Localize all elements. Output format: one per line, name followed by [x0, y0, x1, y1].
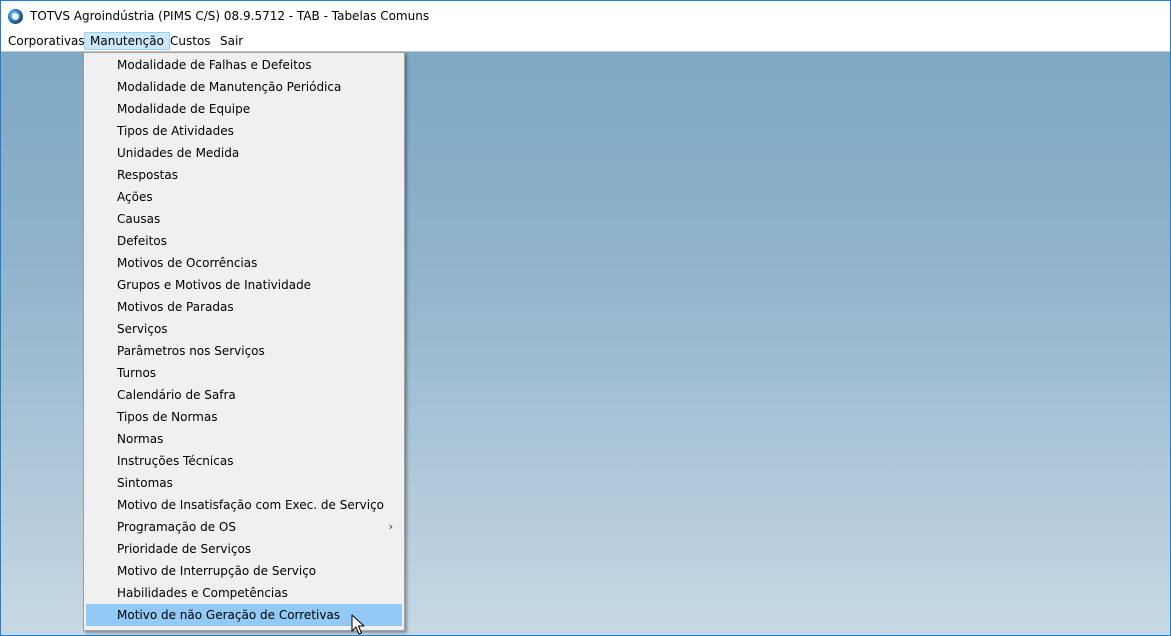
menu-custos[interactable]: Custos [165, 32, 216, 50]
menu-item-prioridade-servicos[interactable]: Prioridade de Serviços [86, 538, 402, 560]
menu-item-habilidades-competencias[interactable]: Habilidades e Competências [86, 582, 402, 604]
menu-corporativas[interactable]: Corporativas [3, 32, 90, 50]
menu-item-unidades-medida[interactable]: Unidades de Medida [86, 142, 402, 164]
menu-item-motivos-ocorrencias[interactable]: Motivos de Ocorrências [86, 252, 402, 274]
manutencao-dropdown-menu: Modalidade de Falhas e Defeitos Modalida… [83, 52, 405, 631]
menu-bar: Corporativas Manutenção Custos Sair [1, 31, 1170, 51]
menu-manutencao[interactable]: Manutenção [84, 32, 170, 50]
app-window: TOTVS Agroindústria (PIMS C/S) 08.9.5712… [0, 0, 1171, 636]
menu-item-grupos-motivos-inatividade[interactable]: Grupos e Motivos de Inatividade [86, 274, 402, 296]
menu-item-tipos-normas[interactable]: Tipos de Normas [86, 406, 402, 428]
menu-item-defeitos[interactable]: Defeitos [86, 230, 402, 252]
menu-item-respostas[interactable]: Respostas [86, 164, 402, 186]
menu-item-modalidade-manutencao-periodica[interactable]: Modalidade de Manutenção Periódica [86, 76, 402, 98]
menu-item-calendario-safra[interactable]: Calendário de Safra [86, 384, 402, 406]
menu-item-motivo-interrupcao[interactable]: Motivo de Interrupção de Serviço [86, 560, 402, 582]
menu-item-normas[interactable]: Normas [86, 428, 402, 450]
menu-item-tipos-atividades[interactable]: Tipos de Atividades [86, 120, 402, 142]
submenu-chevron-right-icon: › [388, 520, 393, 533]
menu-item-instrucoes-tecnicas[interactable]: Instruções Técnicas [86, 450, 402, 472]
menu-item-acoes[interactable]: Ações [86, 186, 402, 208]
menu-sair[interactable]: Sair [215, 32, 248, 50]
menu-item-motivo-insatisfacao[interactable]: Motivo de Insatisfação com Exec. de Serv… [86, 494, 402, 516]
menu-item-parametros-servicos[interactable]: Parâmetros nos Serviços [86, 340, 402, 362]
totvs-app-icon [8, 9, 23, 24]
menu-item-programacao-os-label: Programação de OS [117, 520, 236, 534]
menu-item-causas[interactable]: Causas [86, 208, 402, 230]
menu-item-turnos[interactable]: Turnos [86, 362, 402, 384]
mouse-pointer-icon [351, 614, 365, 635]
menu-item-modalidade-equipe[interactable]: Modalidade de Equipe [86, 98, 402, 120]
title-bar: TOTVS Agroindústria (PIMS C/S) 08.9.5712… [1, 1, 1170, 31]
menu-item-motivos-paradas[interactable]: Motivos de Paradas [86, 296, 402, 318]
menu-item-sintomas[interactable]: Sintomas [86, 472, 402, 494]
menu-item-programacao-os[interactable]: Programação de OS › [86, 516, 402, 538]
menu-item-servicos[interactable]: Serviços [86, 318, 402, 340]
menu-item-modalidade-falhas[interactable]: Modalidade de Falhas e Defeitos [86, 54, 402, 76]
window-title: TOTVS Agroindústria (PIMS C/S) 08.9.5712… [30, 9, 430, 23]
